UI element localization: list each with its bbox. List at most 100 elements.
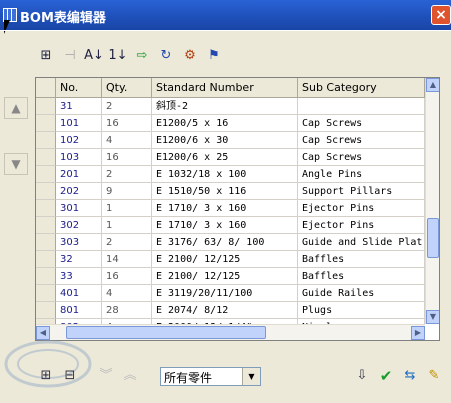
cell-sub-category[interactable]: Ejector Pins bbox=[298, 200, 425, 217]
header-sub-category[interactable]: Sub Category bbox=[298, 78, 425, 97]
table-row[interactable]: 102 4 E1200/6 x 30 Cap Screws bbox=[36, 132, 425, 149]
move-up-chevron-button[interactable]: ︽ bbox=[120, 367, 140, 385]
table-row[interactable]: 302 1 E 1710/ 3 x 160 Ejector Pins bbox=[36, 217, 425, 234]
cell-standard-number[interactable]: E 3176/ 63/ 8/ 100 bbox=[152, 234, 298, 251]
table-row[interactable]: 33 16 E 2100/ 12/125 Baffles bbox=[36, 268, 425, 285]
assign-user-button[interactable]: ⚙ bbox=[179, 44, 201, 68]
row-selector[interactable] bbox=[36, 149, 56, 166]
cell-standard-number[interactable]: E 1032/18 x 100 bbox=[152, 166, 298, 183]
sort-az-button[interactable]: A↓ bbox=[83, 44, 105, 68]
row-selector[interactable] bbox=[36, 166, 56, 183]
cell-standard-number[interactable]: E 2074/ 8/12 bbox=[152, 302, 298, 319]
cell-no[interactable]: 302 bbox=[56, 217, 102, 234]
cell-sub-category[interactable]: Baffles bbox=[298, 268, 425, 285]
chevron-down-icon[interactable]: ▼ bbox=[242, 368, 260, 385]
cell-sub-category[interactable]: Cap Screws bbox=[298, 149, 425, 166]
table-row[interactable]: 303 2 E 3176/ 63/ 8/ 100 Guide and Slide Pl… bbox=[36, 234, 425, 251]
scroll-down-icon[interactable]: ▼ bbox=[426, 310, 439, 324]
horizontal-scroll-thumb[interactable] bbox=[66, 326, 266, 339]
cell-standard-number[interactable]: E 1710/ 3 x 160 bbox=[152, 217, 298, 234]
table-row[interactable]: 31 2 斜顶-2 bbox=[36, 98, 425, 115]
cell-sub-category[interactable]: Ejector Pins bbox=[298, 217, 425, 234]
cell-sub-category[interactable]: Cap Screws bbox=[298, 115, 425, 132]
horizontal-scrollbar[interactable]: ◀ ▶ bbox=[36, 324, 425, 340]
row-selector[interactable] bbox=[36, 302, 56, 319]
vertical-scroll-thumb[interactable] bbox=[427, 218, 439, 258]
sync-button[interactable]: ⚑ bbox=[203, 44, 225, 68]
row-selector[interactable] bbox=[36, 132, 56, 149]
cell-sub-category[interactable]: Guide and Slide Plat. bbox=[298, 234, 425, 251]
unlink-button[interactable]: ⊣ bbox=[59, 44, 81, 68]
cell-no[interactable]: 401 bbox=[56, 285, 102, 302]
part-filter-select[interactable]: 所有零件 ▼ bbox=[160, 367, 261, 386]
table-row[interactable]: 32 14 E 2100/ 12/125 Baffles bbox=[36, 251, 425, 268]
cell-no[interactable]: 801 bbox=[56, 302, 102, 319]
cell-qty[interactable]: 28 bbox=[102, 302, 152, 319]
refresh-button[interactable]: ↻ bbox=[155, 44, 177, 68]
move-down-button[interactable]: ▼ bbox=[4, 153, 28, 175]
header-standard-number[interactable]: Standard Number bbox=[152, 78, 298, 97]
cell-standard-number[interactable]: E1200/6 x 30 bbox=[152, 132, 298, 149]
scroll-up-icon[interactable]: ▲ bbox=[426, 78, 439, 92]
table-row[interactable]: 103 16 E1200/6 x 25 Cap Screws bbox=[36, 149, 425, 166]
row-selector[interactable] bbox=[36, 115, 56, 132]
table-row[interactable]: 401 4 E 3119/20/11/100 Guide Railes bbox=[36, 285, 425, 302]
table-row[interactable]: 301 1 E 1710/ 3 x 160 Ejector Pins bbox=[36, 200, 425, 217]
row-selector[interactable] bbox=[36, 268, 56, 285]
cell-standard-number[interactable]: E1200/5 x 16 bbox=[152, 115, 298, 132]
cell-standard-number[interactable]: E1200/6 x 25 bbox=[152, 149, 298, 166]
cell-standard-number[interactable]: E 3119/20/11/100 bbox=[152, 285, 298, 302]
cell-qty[interactable]: 1 bbox=[102, 217, 152, 234]
clear-button[interactable]: ✎ bbox=[424, 367, 444, 385]
cell-qty[interactable]: 16 bbox=[102, 115, 152, 132]
row-selector[interactable] bbox=[36, 183, 56, 200]
table-row[interactable]: 202 9 E 1510/50 x 116 Support Pillars bbox=[36, 183, 425, 200]
cell-no[interactable]: 202 bbox=[56, 183, 102, 200]
header-qty[interactable]: Qty. bbox=[102, 78, 152, 97]
cell-sub-category[interactable]: Plugs bbox=[298, 302, 425, 319]
cell-no[interactable]: 101 bbox=[56, 115, 102, 132]
bom-tree-button[interactable]: ⊞ bbox=[35, 44, 57, 68]
cell-standard-number[interactable]: 斜顶-2 bbox=[152, 98, 298, 115]
cell-no[interactable]: 201 bbox=[56, 166, 102, 183]
cell-no[interactable]: 32 bbox=[56, 251, 102, 268]
cell-qty[interactable]: 9 bbox=[102, 183, 152, 200]
import-button[interactable]: ⇩ bbox=[352, 367, 372, 385]
cell-qty[interactable]: 2 bbox=[102, 234, 152, 251]
row-selector[interactable] bbox=[36, 200, 56, 217]
row-selector[interactable] bbox=[36, 234, 56, 251]
table-row[interactable]: 801 28 E 2074/ 8/12 Plugs bbox=[36, 302, 425, 319]
cell-qty[interactable]: 2 bbox=[102, 166, 152, 183]
cell-no[interactable]: 33 bbox=[56, 268, 102, 285]
expand-all-button[interactable]: ⊞ bbox=[36, 367, 56, 385]
collapse-all-button[interactable]: ⊟ bbox=[60, 367, 80, 385]
cell-qty[interactable]: 14 bbox=[102, 251, 152, 268]
row-selector[interactable] bbox=[36, 251, 56, 268]
cell-standard-number[interactable]: E 1710/ 3 x 160 bbox=[152, 200, 298, 217]
cell-sub-category[interactable]: Cap Screws bbox=[298, 132, 425, 149]
cell-qty[interactable]: 4 bbox=[102, 285, 152, 302]
row-selector[interactable] bbox=[36, 285, 56, 302]
cell-sub-category[interactable]: Angle Pins bbox=[298, 166, 425, 183]
cell-qty[interactable]: 1 bbox=[102, 200, 152, 217]
ok-button[interactable]: ✔ bbox=[376, 367, 396, 385]
cell-sub-category[interactable] bbox=[298, 98, 425, 115]
apply-button[interactable]: ⇆ bbox=[400, 367, 420, 385]
export-button[interactable]: ⇨ bbox=[131, 44, 153, 68]
cell-standard-number[interactable]: E 1510/50 x 116 bbox=[152, 183, 298, 200]
move-down-chevron-button[interactable]: ︾ bbox=[96, 367, 116, 385]
row-selector[interactable] bbox=[36, 98, 56, 115]
sort-numeric-button[interactable]: 1↓ bbox=[107, 44, 129, 68]
table-row[interactable]: 201 2 E 1032/18 x 100 Angle Pins bbox=[36, 166, 425, 183]
move-up-button[interactable]: ▲ bbox=[4, 97, 28, 119]
cell-standard-number[interactable]: E 2100/ 12/125 bbox=[152, 268, 298, 285]
cell-qty[interactable]: 4 bbox=[102, 132, 152, 149]
cell-no[interactable]: 103 bbox=[56, 149, 102, 166]
vertical-scrollbar[interactable]: ▲ ▼ bbox=[425, 78, 439, 324]
cell-sub-category[interactable]: Baffles bbox=[298, 251, 425, 268]
scroll-right-icon[interactable]: ▶ bbox=[411, 326, 425, 340]
cell-qty[interactable]: 16 bbox=[102, 149, 152, 166]
table-row[interactable]: 101 16 E1200/5 x 16 Cap Screws bbox=[36, 115, 425, 132]
bom-table[interactable]: No. Qty. Standard Number Sub Category 31… bbox=[35, 77, 440, 341]
cell-no[interactable]: 31 bbox=[56, 98, 102, 115]
